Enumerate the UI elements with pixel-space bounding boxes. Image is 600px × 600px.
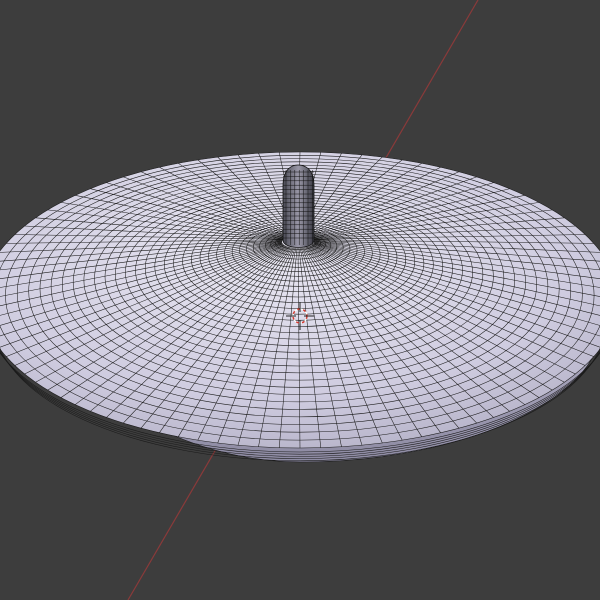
3d-viewport[interactable] [0,0,600,600]
disc-stem [282,164,315,248]
viewport-canvas[interactable] [0,0,600,600]
